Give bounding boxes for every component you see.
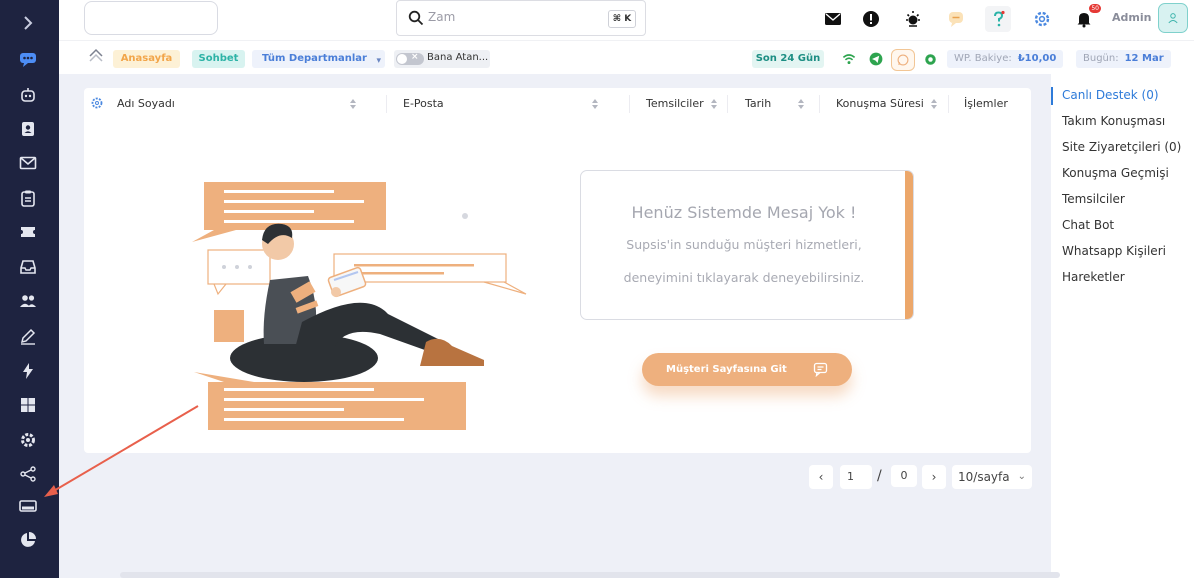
expand-sidebar-icon[interactable] bbox=[17, 12, 39, 34]
empty-state-line-2: deneyimini tıklayarak deneyebilirsiniz. bbox=[623, 270, 865, 285]
search-icon bbox=[408, 10, 424, 26]
share-icon[interactable] bbox=[17, 463, 39, 485]
chat-icon[interactable] bbox=[17, 48, 39, 70]
column-header-name[interactable]: Adı Soyadı bbox=[117, 97, 175, 110]
contacts-icon[interactable] bbox=[17, 118, 39, 140]
company-selector[interactable] bbox=[84, 1, 218, 35]
customer-page-button[interactable]: Müşteri Sayfasına Git bbox=[642, 353, 852, 386]
department-select[interactable]: Tüm Departmanlar ▾ bbox=[252, 50, 385, 68]
avatar[interactable] bbox=[1158, 3, 1188, 33]
page-separator: / bbox=[877, 468, 882, 484]
users-icon[interactable] bbox=[17, 290, 39, 312]
column-header-date[interactable]: Tarih bbox=[745, 97, 771, 110]
ticket-icon[interactable] bbox=[17, 221, 39, 243]
web-chat-icon[interactable] bbox=[920, 49, 940, 69]
nav-site-visitors[interactable]: Site Ziyaretçileri (0) bbox=[1062, 140, 1181, 154]
empty-state-title: Henüz Sistemde Mesaj Yok ! bbox=[631, 203, 857, 222]
alert-icon[interactable] bbox=[858, 6, 884, 32]
assigned-toggle-label: Bana Atan... bbox=[427, 52, 489, 63]
help-icon[interactable] bbox=[985, 6, 1011, 32]
edit-icon[interactable] bbox=[17, 325, 39, 347]
sort-icon[interactable] bbox=[350, 98, 356, 110]
page-size-value: 10/sayfa bbox=[958, 470, 1010, 484]
notification-count-badge: 50 bbox=[1089, 4, 1101, 13]
bot-icon[interactable] bbox=[17, 84, 39, 106]
settings-icon[interactable] bbox=[17, 429, 39, 451]
user-name[interactable]: Admin bbox=[1112, 11, 1151, 24]
wp-balance-value: ₺10,00 bbox=[1017, 53, 1057, 64]
empty-state-illustration bbox=[192, 182, 527, 430]
messages-icon[interactable] bbox=[820, 6, 846, 32]
today-value: 12 Mar bbox=[1124, 53, 1164, 64]
column-header-agents[interactable]: Temsilciler bbox=[646, 97, 704, 110]
breadcrumb-home[interactable]: Anasayfa bbox=[113, 50, 180, 68]
lightning-icon[interactable] bbox=[17, 360, 39, 382]
chevron-down-icon: ▾ bbox=[376, 56, 381, 66]
column-header-email[interactable]: E-Posta bbox=[403, 97, 444, 110]
notification-bell-icon[interactable]: 50 bbox=[1071, 4, 1101, 32]
search-placeholder: Zam bbox=[428, 10, 456, 24]
column-settings-icon[interactable] bbox=[90, 96, 104, 110]
feedback-icon[interactable] bbox=[943, 6, 969, 32]
sort-icon[interactable] bbox=[711, 98, 717, 110]
footer-shadow bbox=[120, 572, 1060, 578]
conversations-table: Adı Soyadı E-Posta Temsilciler Tarih Kon… bbox=[84, 88, 1031, 453]
message-icon bbox=[813, 362, 828, 377]
nav-live-support[interactable]: Canlı Destek (0) bbox=[1062, 88, 1159, 102]
active-indicator bbox=[1051, 87, 1053, 105]
sort-icon[interactable] bbox=[798, 98, 804, 110]
assigned-to-me-filter[interactable]: × Bana Atan... bbox=[394, 50, 490, 68]
chat-sections-panel: Canlı Destek (0) Takım Konuşması Site Zi… bbox=[1051, 74, 1194, 578]
sub-bar: Anasayfa Sohbet Tüm Departmanlar ▾ × Ban… bbox=[59, 40, 1194, 74]
collapse-chevron-icon[interactable] bbox=[87, 47, 105, 65]
top-bar: Zam ⌘ K 50 Admin bbox=[59, 0, 1194, 40]
sidebar bbox=[0, 0, 59, 578]
clipboard-icon[interactable] bbox=[17, 187, 39, 209]
page-total: 0 bbox=[891, 465, 917, 487]
theme-icon[interactable] bbox=[900, 6, 926, 32]
search-box[interactable]: Zam ⌘ K bbox=[396, 0, 646, 36]
column-header-actions: İşlemler bbox=[964, 97, 1008, 110]
telegram-icon[interactable] bbox=[866, 49, 886, 69]
chevron-down-icon: ⌄ bbox=[1017, 471, 1026, 482]
nav-agents[interactable]: Temsilciler bbox=[1062, 192, 1125, 206]
mail-icon[interactable] bbox=[17, 152, 39, 174]
nav-chat-bot[interactable]: Chat Bot bbox=[1062, 218, 1114, 232]
whatsapp-icon[interactable] bbox=[891, 49, 915, 71]
sort-icon[interactable] bbox=[592, 98, 598, 110]
widget-icon[interactable] bbox=[17, 495, 39, 517]
wifi-icon[interactable] bbox=[839, 49, 859, 69]
nav-activities[interactable]: Hareketler bbox=[1062, 270, 1125, 284]
date-range-select[interactable]: Son 24 Gün bbox=[752, 50, 824, 68]
wp-balance-label: WP. Bakiye: bbox=[954, 53, 1012, 64]
wp-balance: WP. Bakiye: ₺10,00 bbox=[947, 50, 1064, 68]
page-size-select[interactable]: 10/sayfa ⌄ bbox=[952, 465, 1032, 489]
sort-icon[interactable] bbox=[931, 98, 937, 110]
empty-state-line-1: Supsis'in sunduğu müşteri hizmetleri, bbox=[626, 237, 862, 252]
today-date: Bugün: 12 Mar bbox=[1076, 50, 1171, 68]
assigned-toggle[interactable]: × bbox=[396, 52, 424, 65]
column-header-duration[interactable]: Konuşma Süresi bbox=[836, 97, 924, 110]
prev-page-button[interactable]: ‹ bbox=[809, 465, 833, 489]
breadcrumb-chat[interactable]: Sohbet bbox=[192, 50, 245, 68]
nav-whatsapp-contacts[interactable]: Whatsapp Kişileri bbox=[1062, 244, 1166, 258]
department-select-value: Tüm Departmanlar bbox=[262, 53, 367, 64]
nav-chat-history[interactable]: Konuşma Geçmişi bbox=[1062, 166, 1169, 180]
page-input[interactable]: 1 bbox=[840, 465, 872, 489]
gear-icon[interactable] bbox=[1029, 6, 1055, 32]
reports-pie-icon[interactable] bbox=[17, 529, 39, 551]
nav-team-chat[interactable]: Takım Konuşması bbox=[1062, 114, 1165, 128]
inbox-icon[interactable] bbox=[17, 256, 39, 278]
next-page-button[interactable]: › bbox=[922, 465, 946, 489]
search-shortcut: ⌘ K bbox=[608, 10, 636, 28]
dashboard-icon[interactable] bbox=[17, 394, 39, 416]
empty-state-message: Henüz Sistemde Mesaj Yok ! Supsis'in sun… bbox=[580, 170, 914, 320]
customer-page-button-label: Müşteri Sayfasına Git bbox=[666, 364, 787, 375]
user-icon bbox=[1168, 13, 1178, 24]
today-label: Bugün: bbox=[1083, 53, 1119, 64]
